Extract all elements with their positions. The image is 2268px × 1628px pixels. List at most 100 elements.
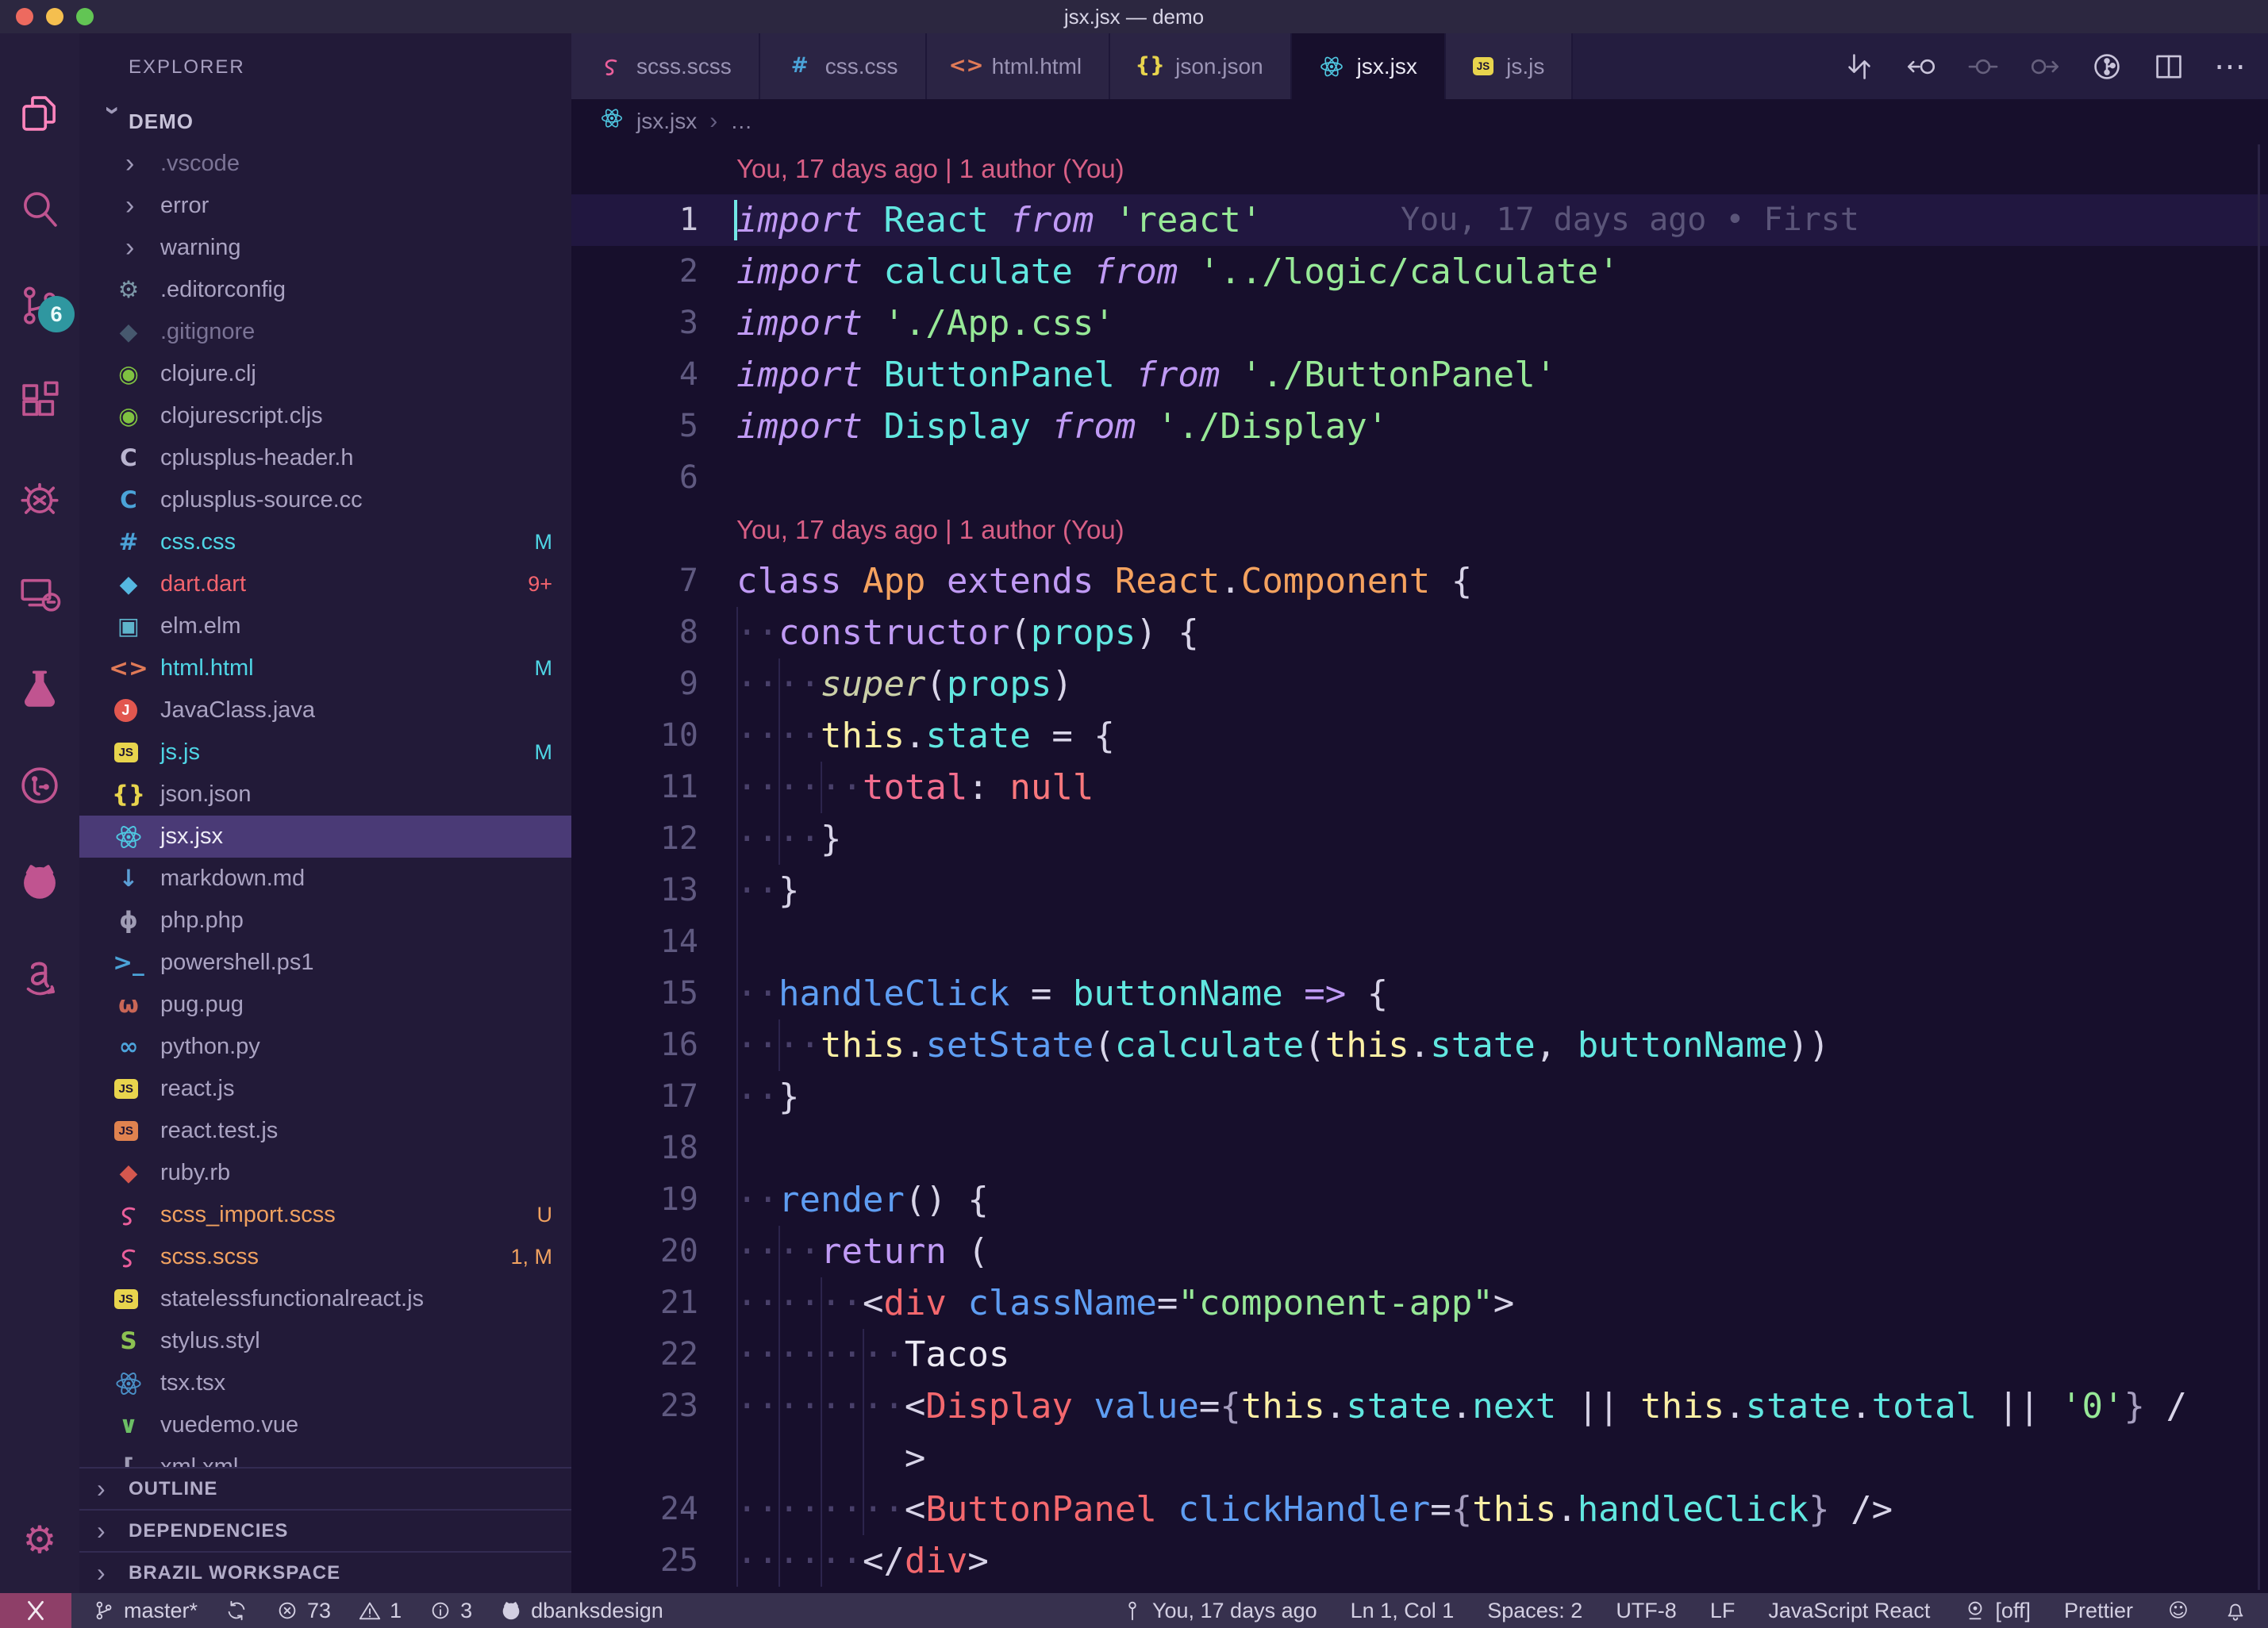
- activity-github-button[interactable]: [0, 833, 79, 929]
- code-line-22[interactable]: 22········Tacos: [571, 1329, 2268, 1380]
- file-react.test.js[interactable]: JSreact.test.js: [79, 1110, 571, 1152]
- file-xml.xml[interactable]: [xml.xml: [79, 1446, 571, 1467]
- code-line-7[interactable]: 7class App extends React.Component {: [571, 555, 2268, 607]
- code-line-18[interactable]: 18: [571, 1123, 2268, 1174]
- file-elm.elm[interactable]: ▣elm.elm: [79, 605, 571, 647]
- split-editor-button[interactable]: [2152, 50, 2185, 83]
- remote-indicator[interactable]: [0, 1593, 71, 1628]
- file-stylus.styl[interactable]: Sstylus.styl: [79, 1320, 571, 1362]
- file-ruby.rb[interactable]: ◆ruby.rb: [79, 1152, 571, 1194]
- line-number[interactable]: 25: [571, 1535, 698, 1587]
- code-line-9[interactable]: 9····super(props): [571, 658, 2268, 710]
- code-line-10[interactable]: 10····this.state = {: [571, 710, 2268, 762]
- line-number[interactable]: 10: [571, 710, 698, 762]
- code-line-19[interactable]: 19··render() {: [571, 1174, 2268, 1226]
- code-line-12[interactable]: 12····}: [571, 813, 2268, 865]
- line-number[interactable]: 23: [571, 1380, 698, 1432]
- code-line-16[interactable]: 16····this.setState(calculate(this.state…: [571, 1019, 2268, 1071]
- status-sync[interactable]: [225, 1599, 248, 1622]
- file-scss.scss[interactable]: scss.scss1, M: [79, 1236, 571, 1278]
- scrollbar[interactable]: [2258, 144, 2260, 1590]
- gitlens-blame-lens[interactable]: You, 17 days ago | 1 author (You): [571, 143, 2268, 194]
- gitlens-blame-lens[interactable]: You, 17 days ago | 1 author (You): [571, 504, 2268, 555]
- file-php.php[interactable]: ɸphp.php: [79, 900, 571, 942]
- breadcrumb-file[interactable]: jsx.jsx: [636, 109, 697, 134]
- line-number[interactable]: 11: [571, 762, 698, 813]
- line-number[interactable]: 22: [571, 1329, 698, 1380]
- code-line-3[interactable]: 3import './App.css': [571, 298, 2268, 349]
- tab-jsx.jsx[interactable]: jsx.jsx: [1292, 33, 1446, 99]
- code-line-17[interactable]: 17··}: [571, 1071, 2268, 1123]
- activity-source-control-button[interactable]: 6: [0, 257, 79, 353]
- line-number[interactable]: 2: [571, 246, 698, 298]
- file-.gitignore[interactable]: ◆.gitignore: [79, 311, 571, 353]
- code-line-1[interactable]: 1import React from 'react'You, 17 days a…: [571, 194, 2268, 246]
- status-spaces-2[interactable]: Spaces: 2: [1487, 1599, 1582, 1623]
- code-editor[interactable]: You, 17 days ago | 1 author (You)1import…: [571, 143, 2268, 1593]
- code-line-wrap[interactable]: >: [571, 1432, 2268, 1484]
- tab-css.css[interactable]: #css.css: [760, 33, 927, 99]
- status-bell[interactable]: [2224, 1599, 2247, 1622]
- file-python.py[interactable]: ∞python.py: [79, 1026, 571, 1068]
- line-number[interactable]: 18: [571, 1123, 698, 1174]
- file-statelessfunctionalreact.js[interactable]: JSstatelessfunctionalreact.js: [79, 1278, 571, 1320]
- status-javascript-react[interactable]: JavaScript React: [1768, 1599, 1930, 1623]
- navigate-forward-button[interactable]: [2028, 50, 2062, 83]
- line-number[interactable]: 19: [571, 1174, 698, 1226]
- code-line-5[interactable]: 5import Display from './Display': [571, 401, 2268, 452]
- activity-test-button[interactable]: [0, 641, 79, 737]
- file-scss_import.scss[interactable]: scss_import.scssU: [79, 1194, 571, 1236]
- compare-changes-button[interactable]: [1843, 50, 1876, 83]
- line-number[interactable]: 6: [571, 452, 698, 504]
- line-number[interactable]: 13: [571, 865, 698, 916]
- line-number[interactable]: 24: [571, 1484, 698, 1535]
- tab-json.json[interactable]: {}json.json: [1110, 33, 1292, 99]
- line-number[interactable]: 21: [571, 1277, 698, 1329]
- code-line-14[interactable]: 14: [571, 916, 2268, 968]
- code-line-11[interactable]: 11······total: null: [571, 762, 2268, 813]
- file-.editorconfig[interactable]: ⚙.editorconfig: [79, 269, 571, 311]
- line-number[interactable]: 12: [571, 813, 698, 865]
- code-line-25[interactable]: 25······</div>: [571, 1535, 2268, 1587]
- status-1[interactable]: 1: [358, 1599, 402, 1623]
- activity-gitlens-button[interactable]: [0, 737, 79, 833]
- folder-demo[interactable]: ›DEMO: [79, 101, 571, 143]
- tab-html.html[interactable]: <>html.html: [927, 33, 1111, 99]
- line-number[interactable]: 3: [571, 298, 698, 349]
- activity-search-button[interactable]: [0, 161, 79, 257]
- file-html.html[interactable]: <>html.htmlM: [79, 647, 571, 689]
- more-actions-button[interactable]: ⋯: [2214, 51, 2246, 83]
- code-line-20[interactable]: 20····return (: [571, 1226, 2268, 1277]
- tab-scss.scss[interactable]: scss.scss: [571, 33, 760, 99]
- code-line-6[interactable]: 6: [571, 452, 2268, 504]
- status-prettier[interactable]: Prettier: [2064, 1599, 2133, 1623]
- status-73[interactable]: 73: [275, 1599, 331, 1623]
- activity-remote-explorer-button[interactable]: [0, 545, 79, 641]
- status-off[interactable]: [off]: [1963, 1599, 2031, 1623]
- section-brazil-workspace[interactable]: ›BRAZIL WORKSPACE: [79, 1551, 571, 1593]
- file-tsx.tsx[interactable]: tsx.tsx: [79, 1362, 571, 1404]
- tab-js.js[interactable]: JSjs.js: [1446, 33, 1573, 99]
- status-ln-1-col-1[interactable]: Ln 1, Col 1: [1351, 1599, 1455, 1623]
- line-number[interactable]: 1: [571, 194, 698, 246]
- code-line-4[interactable]: 4import ButtonPanel from './ButtonPanel': [571, 349, 2268, 401]
- line-number[interactable]: 4: [571, 349, 698, 401]
- file-pug.pug[interactable]: ωpug.pug: [79, 984, 571, 1026]
- settings-button[interactable]: ⚙: [0, 1499, 79, 1582]
- line-number[interactable]: 8: [571, 607, 698, 658]
- line-number[interactable]: 15: [571, 968, 698, 1019]
- timeline-button[interactable]: [2090, 50, 2124, 83]
- activity-explorer-button[interactable]: [0, 65, 79, 161]
- line-number[interactable]: 9: [571, 658, 698, 710]
- section-outline[interactable]: ›OUTLINE: [79, 1467, 571, 1509]
- file-clojure.clj[interactable]: ◉clojure.clj: [79, 353, 571, 395]
- file-react.js[interactable]: JSreact.js: [79, 1068, 571, 1110]
- status-utf-8[interactable]: UTF-8: [1616, 1599, 1677, 1623]
- file-cplusplus-header.h[interactable]: Ccplusplus-header.h: [79, 437, 571, 479]
- status-smiley[interactable]: ☺: [2166, 1601, 2190, 1621]
- code-line-23[interactable]: 23········<Display value={this.state.nex…: [571, 1380, 2268, 1432]
- navigate-circle-button[interactable]: [1966, 50, 2000, 83]
- breadcrumb-more[interactable]: …: [730, 109, 752, 134]
- code-line-13[interactable]: 13··}: [571, 865, 2268, 916]
- file-css.css[interactable]: #css.cssM: [79, 521, 571, 563]
